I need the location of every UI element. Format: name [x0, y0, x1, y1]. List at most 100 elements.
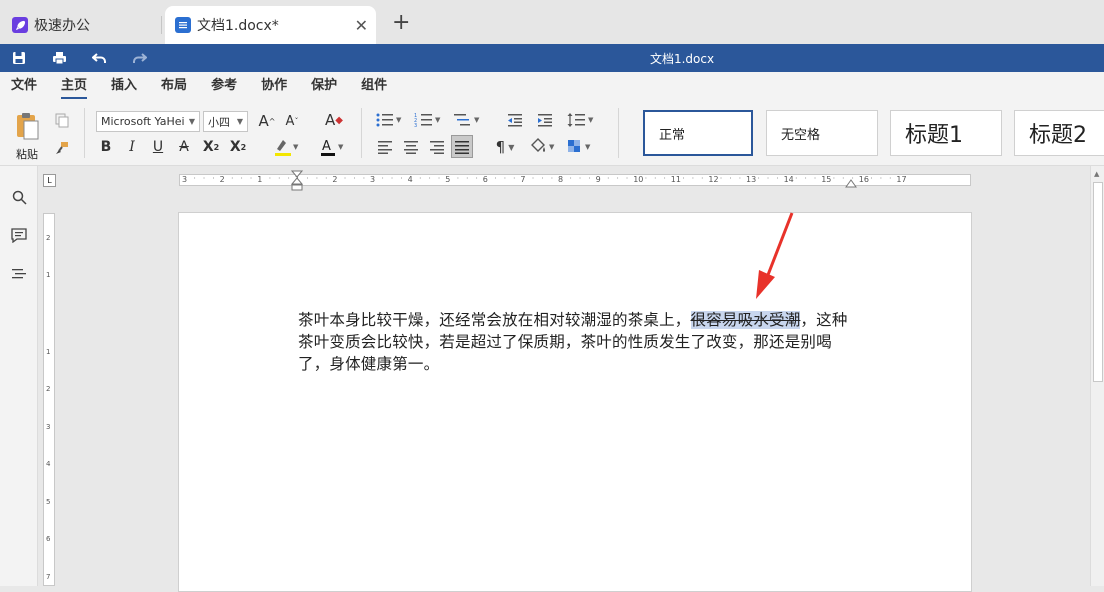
copy-icon[interactable] — [52, 110, 72, 130]
paragraph-mark-icon[interactable]: ¶ ▼ — [490, 136, 520, 158]
line-spacing-icon[interactable]: ▼ — [566, 109, 596, 131]
style-no-spacing-label: 无空格 — [781, 127, 821, 143]
ruler-tick: · — [813, 174, 817, 183]
ruler-tick-label: 3 — [370, 175, 376, 184]
menu-collaborate[interactable]: 协作 — [261, 72, 287, 100]
paste-button[interactable] — [12, 110, 42, 142]
bold-icon[interactable]: B — [96, 137, 116, 157]
ruler-tick: · — [400, 174, 403, 183]
shading-icon[interactable]: ▼ — [528, 136, 558, 158]
style-normal[interactable]: 正常 — [643, 110, 753, 156]
underline-icon[interactable]: U — [148, 137, 168, 157]
svg-text:▼: ▼ — [474, 116, 480, 124]
ruler-tick: · — [240, 174, 243, 183]
align-justify-icon[interactable] — [451, 135, 473, 158]
ruler-tick: · — [607, 174, 610, 183]
ruler-tick: · — [325, 174, 328, 183]
ruler-tick: · — [578, 174, 582, 183]
menu-home[interactable]: 主页 — [61, 72, 88, 100]
ruler-tick: · — [202, 174, 206, 183]
menu-protect[interactable]: 保护 — [311, 72, 337, 100]
right-indent-marker-icon[interactable] — [845, 178, 857, 188]
ruler-tick-label: 7 — [46, 573, 51, 581]
ruler-tick: · — [719, 174, 723, 183]
bullet-list-icon[interactable]: ▼ — [374, 109, 404, 131]
ruler-tick-label: 3 — [46, 423, 51, 431]
style-heading-1-label: 标题1 — [905, 123, 963, 148]
vertical-ruler[interactable]: 2 1 1 2 3 4 5 6 7 — [43, 213, 55, 586]
menu-bar: 文件 主页 插入 布局 参考 协作 保护 组件 — [0, 72, 1104, 100]
menu-insert[interactable]: 插入 — [111, 72, 137, 100]
close-icon[interactable]: ✕ — [355, 16, 368, 35]
scrollbar-thumb[interactable] — [1093, 182, 1103, 382]
align-left-icon[interactable] — [374, 136, 396, 158]
ruler-tick: · — [231, 174, 234, 183]
ruler-tick: · — [569, 174, 572, 183]
highlight-color-icon[interactable]: ▼ — [272, 136, 300, 158]
decrease-indent-icon[interactable] — [504, 109, 526, 131]
document-page[interactable]: 茶叶本身比较干燥，还经常会放在相对较潮湿的茶桌上，很容易吸水受潮，这种茶叶变质会… — [178, 212, 972, 592]
ribbon-toolbar: 粘贴 Microsoft YaHei ▼ 小四 ▼ A ^ Aˇ A ◆ B I U… — [0, 100, 1104, 166]
font-color-icon[interactable]: A ▼ — [318, 136, 346, 158]
style-no-spacing[interactable]: 无空格 — [766, 110, 878, 156]
svg-text:▼: ▼ — [588, 116, 594, 124]
strikethrough-icon[interactable]: A — [174, 137, 194, 157]
font-size-value: 小四 — [208, 115, 230, 129]
ruler-tick: · — [381, 174, 384, 183]
ruler-tick: · — [616, 174, 619, 183]
superscript-icon[interactable]: X2 — [200, 137, 222, 157]
numbered-list-icon[interactable]: 1 2 3 ▼ — [413, 109, 443, 131]
svg-text:▼: ▼ — [585, 143, 591, 151]
align-center-icon[interactable] — [400, 136, 422, 158]
scroll-up-icon[interactable]: ▲ — [1094, 170, 1099, 178]
menu-plugins[interactable]: 组件 — [361, 72, 387, 100]
ruler-tick: · — [729, 174, 732, 183]
ruler-tick: · — [466, 174, 469, 183]
menu-references[interactable]: 参考 — [211, 72, 237, 100]
tab-home[interactable]: 极速办公 — [0, 6, 160, 44]
multilevel-list-icon[interactable]: ▼ — [452, 109, 482, 131]
red-arrow-annotation — [756, 212, 794, 299]
ruler-tick: · — [832, 174, 836, 183]
grow-font-icon[interactable]: A ^ — [256, 110, 278, 132]
comment-icon[interactable] — [9, 225, 29, 245]
new-tab-button[interactable]: + — [392, 10, 410, 36]
clear-formatting-icon[interactable]: A ◆ — [322, 109, 346, 131]
selected-strikethrough-text[interactable]: 很容易吸水受潮 — [690, 311, 801, 329]
ruler-tick: · — [315, 174, 319, 183]
vertical-scrollbar[interactable]: ▲ — [1090, 166, 1104, 586]
indent-marker-icon[interactable] — [291, 170, 303, 192]
ruler-tick: · — [287, 174, 290, 183]
ruler-tick-label: 5 — [46, 498, 51, 506]
navigation-icon[interactable] — [9, 264, 29, 284]
svg-text:▼: ▼ — [435, 116, 441, 124]
search-icon[interactable] — [9, 187, 29, 207]
format-painter-icon[interactable] — [52, 138, 72, 158]
increase-indent-icon[interactable] — [534, 109, 556, 131]
style-heading-2[interactable]: 标题2 — [1014, 110, 1104, 156]
shrink-font-icon[interactable]: Aˇ — [281, 110, 303, 132]
ruler-tick: · — [249, 174, 253, 183]
tab-document[interactable]: 文档1.docx* ✕ — [165, 6, 376, 44]
italic-icon[interactable]: I — [122, 137, 142, 157]
borders-icon[interactable]: ▼ — [566, 136, 596, 158]
menu-file[interactable]: 文件 — [11, 72, 37, 100]
document-paragraph[interactable]: 茶叶本身比较干燥，还经常会放在相对较潮湿的茶桌上，很容易吸水受潮，这种茶叶变质会… — [298, 309, 858, 375]
ruler-tick: · — [353, 174, 356, 183]
ruler-tick: · — [531, 174, 535, 183]
style-heading-1[interactable]: 标题1 — [890, 110, 1002, 156]
svg-text:▼: ▼ — [396, 116, 402, 124]
ruler-tick: · — [193, 174, 196, 183]
style-normal-label: 正常 — [659, 127, 686, 143]
subscript-icon[interactable]: X2 — [227, 137, 249, 157]
menu-layout[interactable]: 布局 — [161, 72, 187, 100]
tab-strip: 极速办公 文档1.docx* ✕ + — [0, 0, 1104, 44]
ruler-tick-label: 2 — [46, 234, 51, 242]
font-family-select[interactable]: Microsoft YaHei ▼ — [96, 111, 200, 132]
tab-stop-selector[interactable]: L — [43, 174, 56, 187]
ruler-tick: · — [541, 174, 544, 183]
ruler-tick: · — [503, 174, 507, 183]
align-right-icon[interactable] — [426, 136, 448, 158]
ruler-tick-label: 6 — [46, 535, 51, 543]
font-size-select[interactable]: 小四 ▼ — [203, 111, 248, 132]
